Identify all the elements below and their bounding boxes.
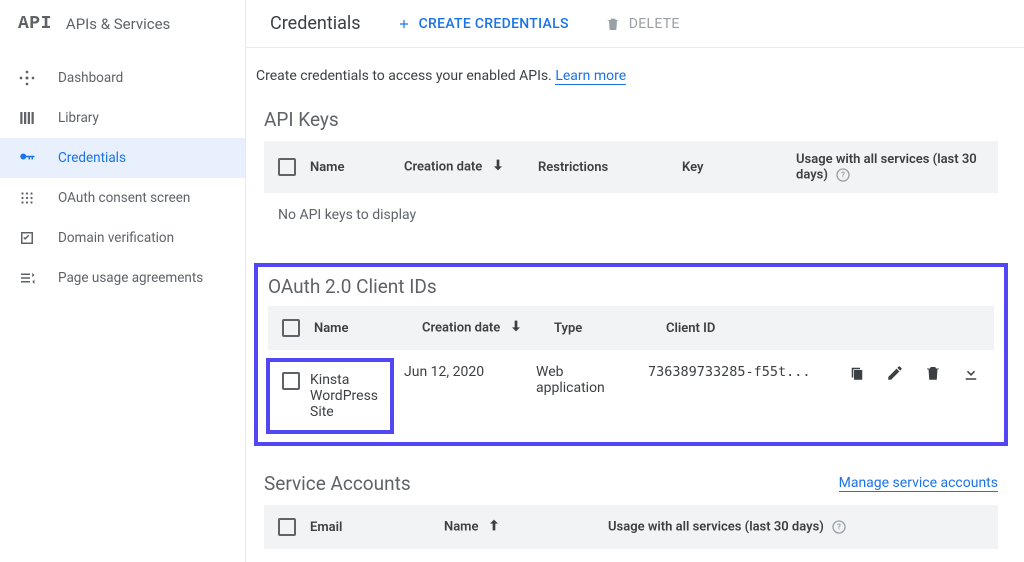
row-type: Web application [536, 362, 634, 396]
service-accounts-empty: No service accounts to display [264, 549, 998, 562]
arrow-down-icon [508, 318, 524, 338]
sidebar-item-oauth-consent[interactable]: OAuth consent screen [0, 178, 245, 218]
key-icon [18, 149, 36, 167]
svg-text:?: ? [841, 170, 845, 179]
library-icon [18, 109, 36, 127]
sidebar-item-label: OAuth consent screen [58, 190, 190, 206]
col-name[interactable]: Name [310, 160, 390, 175]
sidebar-item-label: Library [58, 110, 99, 126]
create-credentials-button[interactable]: Create Credentials [397, 16, 569, 32]
oauth-clients-header-row: Name Creation date Type Client ID [268, 306, 994, 350]
row-client-id: 736389733285-f55t... [648, 362, 830, 380]
col-usage[interactable]: Usage with all services (last 30 days) ? [796, 152, 984, 183]
col-client-id[interactable]: Client ID [666, 321, 830, 336]
sidebar-item-label: Credentials [58, 150, 126, 166]
oauth-client-name-highlight: Kinsta WordPress Site [266, 358, 394, 434]
api-keys-title: API Keys [264, 108, 339, 131]
sidebar: API APIs & Services Dashboard Library [0, 0, 246, 562]
page-title: Credentials [270, 13, 361, 34]
sidebar-title: APIs & Services [66, 15, 170, 33]
sidebar-nav: Dashboard Library Credentials OAuth cons… [0, 48, 245, 308]
api-keys-header-row: Name Creation date Restrictions Key Usag… [264, 141, 998, 193]
arrow-up-icon [486, 517, 502, 537]
service-accounts-header-row: Email Name Usage with all services (last… [264, 505, 998, 549]
consent-icon [18, 189, 36, 207]
help-icon[interactable]: ? [835, 167, 851, 183]
row-checkbox[interactable] [282, 372, 300, 390]
service-accounts-section: Service Accounts Manage service accounts… [254, 472, 1008, 562]
sidebar-header: API APIs & Services [0, 0, 245, 48]
toolbar: Credentials Create Credentials Delete [246, 0, 1024, 48]
col-name[interactable]: Name [444, 517, 594, 537]
copy-button[interactable] [848, 364, 866, 386]
sidebar-item-domain-verification[interactable]: Domain verification [0, 218, 245, 258]
select-all-checkbox[interactable] [282, 319, 300, 337]
sidebar-item-label: Domain verification [58, 230, 174, 246]
api-keys-empty: No API keys to display [264, 193, 998, 237]
plus-icon [397, 17, 411, 31]
col-creation-date[interactable]: Creation date [422, 318, 540, 338]
agreement-icon [18, 269, 36, 287]
intro-body: Create credentials to access your enable… [256, 68, 555, 84]
col-creation-date-label: Creation date [422, 320, 500, 335]
trash-icon [605, 16, 621, 32]
select-all-checkbox[interactable] [278, 518, 296, 536]
col-name-label: Name [444, 519, 478, 534]
col-usage[interactable]: Usage with all services (last 30 days) ? [608, 519, 984, 535]
oauth-clients-title: OAuth 2.0 Client IDs [268, 275, 994, 298]
sidebar-item-label: Dashboard [58, 70, 123, 86]
col-usage-label: Usage with all services (last 30 days) [608, 519, 824, 534]
col-email[interactable]: Email [310, 520, 430, 535]
arrow-down-icon [490, 157, 506, 177]
delete-label: Delete [629, 16, 680, 32]
service-accounts-title: Service Accounts [264, 472, 411, 495]
sidebar-item-dashboard[interactable]: Dashboard [0, 58, 245, 98]
oauth-client-row[interactable]: Kinsta WordPress Site Jun 12, 2020 Web a… [268, 350, 994, 442]
dashboard-icon [18, 69, 36, 87]
col-type[interactable]: Type [554, 321, 652, 336]
select-all-checkbox[interactable] [278, 158, 296, 176]
download-button[interactable] [962, 364, 980, 386]
col-creation-date-label: Creation date [404, 159, 482, 174]
col-creation-date[interactable]: Creation date [404, 157, 524, 177]
svg-text:?: ? [837, 523, 841, 532]
create-credentials-label: Create Credentials [419, 16, 569, 32]
api-keys-section: API Keys Name Creation date Restrictions… [254, 108, 1008, 237]
delete-row-button[interactable] [924, 364, 942, 386]
edit-button[interactable] [886, 364, 904, 386]
col-usage-label: Usage with all services (last 30 days) [796, 152, 977, 182]
sidebar-item-library[interactable]: Library [0, 98, 245, 138]
api-logo: API [18, 14, 52, 34]
oauth-clients-section: OAuth 2.0 Client IDs Name Creation date … [254, 263, 1008, 446]
delete-button[interactable]: Delete [605, 16, 680, 32]
verify-icon [18, 229, 36, 247]
sidebar-item-label: Page usage agreements [58, 270, 203, 286]
intro-text: Create credentials to access your enable… [254, 68, 1008, 84]
main: Credentials Create Credentials Delete Cr… [246, 0, 1024, 562]
col-restrictions[interactable]: Restrictions [538, 160, 668, 175]
help-icon[interactable]: ? [831, 519, 847, 535]
col-name[interactable]: Name [314, 321, 408, 336]
learn-more-link[interactable]: Learn more [555, 68, 626, 85]
sidebar-item-page-usage-agreements[interactable]: Page usage agreements [0, 258, 245, 298]
sidebar-item-credentials[interactable]: Credentials [0, 138, 245, 178]
col-key[interactable]: Key [682, 160, 782, 175]
manage-service-accounts-link[interactable]: Manage service accounts [839, 475, 998, 492]
row-name: Kinsta WordPress Site [310, 372, 382, 420]
row-created: Jun 12, 2020 [404, 362, 522, 380]
